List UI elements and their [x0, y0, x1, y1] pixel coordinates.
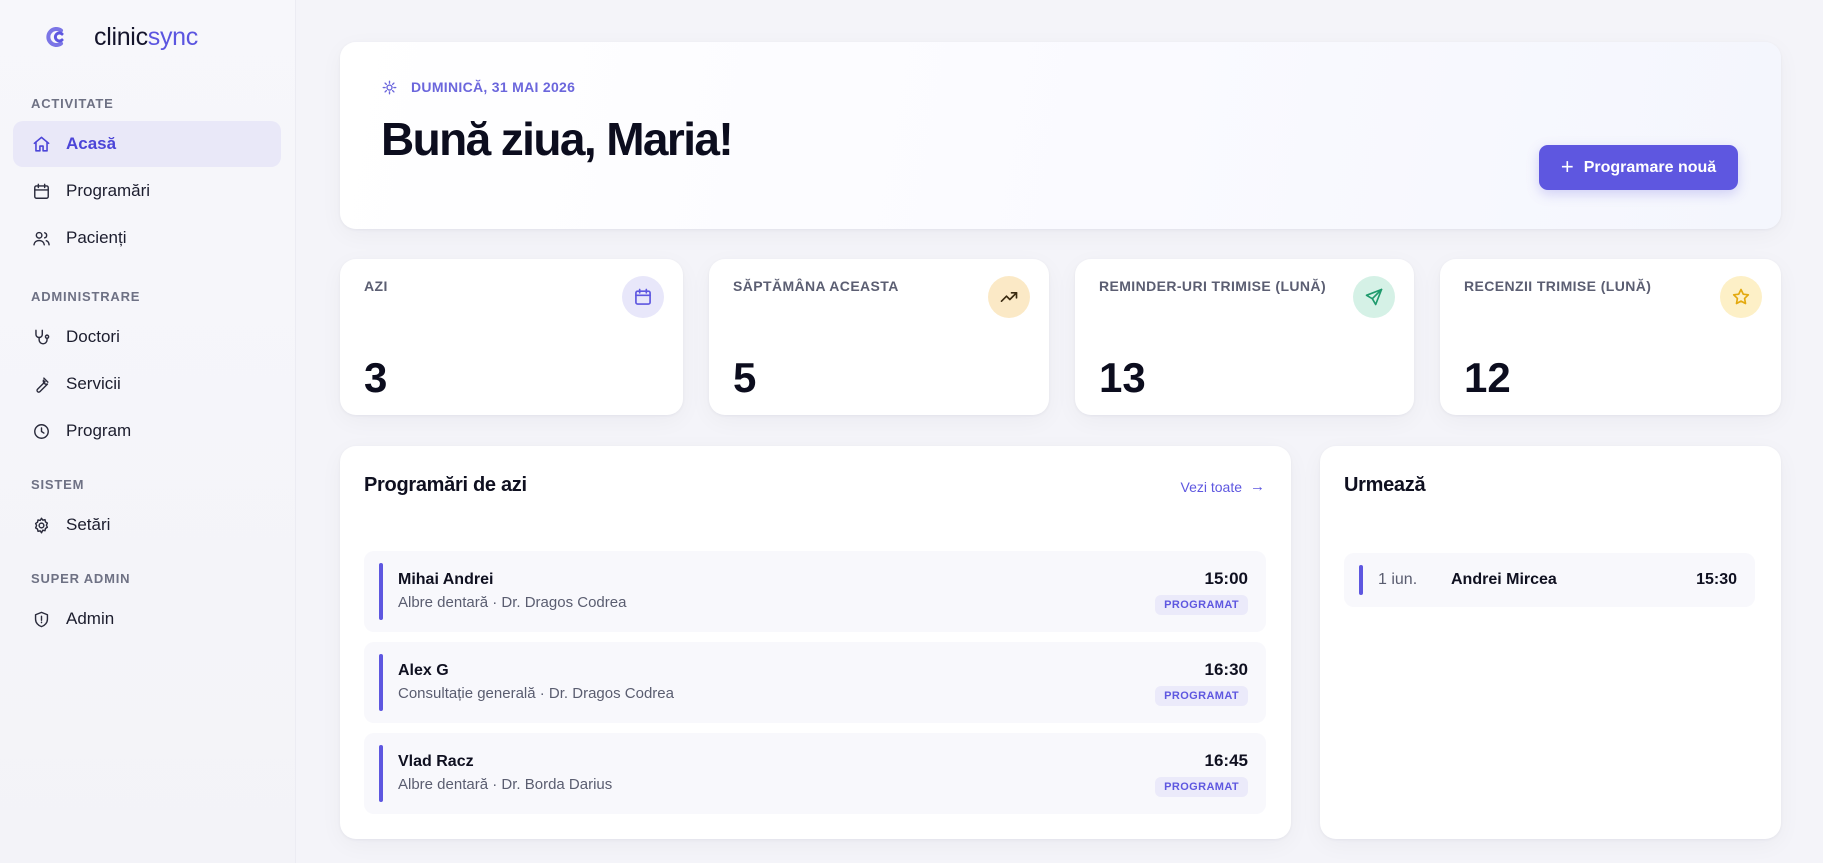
sidebar-item-programari[interactable]: Programări [13, 168, 281, 214]
upcoming-date: 1 iun. [1378, 571, 1418, 588]
sidebar-item-doctori[interactable]: Doctori [13, 314, 281, 360]
sidebar-item-label: Servicii [66, 374, 121, 393]
brand-logo[interactable]: clinicsync [42, 20, 198, 54]
appointment-time: 16:30 [1204, 660, 1248, 679]
send-icon [1353, 276, 1395, 318]
trending-up-icon [988, 276, 1030, 318]
stethoscope-icon [31, 327, 51, 347]
view-all-label: Vezi toate [1180, 478, 1243, 495]
appointment-time: 16:45 [1204, 751, 1248, 770]
today-appointments-panel: Programări de azi Vezi toate → Mihai And… [340, 446, 1291, 839]
status-badge: PROGRAMAT [1155, 595, 1248, 615]
sidebar-item-admin[interactable]: Admin [13, 596, 281, 642]
upcoming-item[interactable]: 1 iun. Andrei Mircea 15:30 [1344, 553, 1755, 607]
sidebar-item-label: Program [66, 421, 132, 440]
sidebar-item-label: Doctori [66, 327, 120, 346]
upcoming-panel: Urmează 1 iun. Andrei Mircea 15:30 [1320, 446, 1781, 839]
home-icon [31, 134, 51, 154]
appointment-accent-bar [379, 563, 383, 620]
gear-icon [31, 515, 51, 535]
stat-label: SĂPTĂMÂNA ACEASTA [733, 278, 899, 294]
plus-icon: + [1560, 153, 1574, 179]
stat-label: RECENZII TRIMISE (LUNĂ) [1464, 278, 1652, 294]
sidebar-item-setari[interactable]: Setări [13, 502, 281, 548]
sidebar-item-label: Setări [66, 515, 111, 534]
stat-label: AZI [364, 278, 388, 294]
sidebar-item-program[interactable]: Program [13, 408, 281, 454]
stat-label: REMINDER-URI TRIMISE (LUNĂ) [1099, 278, 1327, 294]
sidebar-item-pacienti[interactable]: Pacienți [13, 215, 281, 261]
users-icon [31, 228, 51, 248]
stat-card-reviews: RECENZII TRIMISE (LUNĂ) 12 [1440, 259, 1781, 415]
page-title: Bună ziua, Maria! [381, 113, 734, 165]
appointment-details: Albre dentară · Dr. Borda Darius [398, 776, 613, 793]
hero-banner: DUMINICĂ, 31 MAI 2026 Bună ziua, Maria! … [340, 42, 1781, 229]
appointment-row[interactable]: Mihai Andrei Albre dentară · Dr. Dragos … [364, 551, 1266, 632]
upcoming-time: 15:30 [1696, 571, 1737, 588]
sidebar-item-label: Pacienți [66, 228, 127, 247]
sidebar-item-servicii[interactable]: Servicii [13, 361, 281, 407]
appointment-accent-bar [379, 654, 383, 711]
star-icon [1720, 276, 1762, 318]
current-date: DUMINICĂ, 31 MAI 2026 [382, 79, 575, 95]
calendar-icon [31, 181, 51, 201]
nav-section-administrare: ADMINISTRARE [31, 289, 141, 304]
sidebar: clinicsync ACTIVITATE Acasă Programări P… [0, 0, 296, 863]
stat-value: 12 [1464, 354, 1511, 401]
patient-name: Vlad Racz [398, 753, 474, 770]
sidebar-item-label: Programări [66, 181, 151, 200]
shield-icon [31, 609, 51, 629]
upcoming-accent-bar [1359, 565, 1363, 595]
calendar-icon [622, 276, 664, 318]
appointment-accent-bar [379, 745, 383, 802]
nav-section-activitate: ACTIVITATE [31, 96, 114, 111]
wrench-icon [31, 374, 51, 394]
clock-icon [31, 421, 51, 441]
stat-value: 3 [364, 354, 388, 401]
panel-title: Programări de azi [364, 474, 527, 496]
sun-icon [382, 80, 397, 94]
patient-name: Mihai Andrei [398, 571, 494, 588]
clinicsync-logo-icon [42, 22, 72, 52]
stat-card-today: AZI 3 [340, 259, 683, 415]
sidebar-item-label: Acasă [66, 134, 117, 153]
nav-section-super-admin: SUPER ADMIN [31, 571, 131, 586]
new-appointment-button-label: Programare nouă [1583, 158, 1717, 176]
current-date-text: DUMINICĂ, 31 MAI 2026 [411, 79, 576, 95]
stat-value: 5 [733, 354, 757, 401]
brand-name: clinicsync [94, 22, 198, 51]
status-badge: PROGRAMAT [1155, 686, 1248, 706]
panel-title: Urmează [1344, 474, 1426, 496]
patient-name: Alex G [398, 662, 449, 679]
stat-card-reminders: REMINDER-URI TRIMISE (LUNĂ) 13 [1075, 259, 1414, 415]
patient-name: Andrei Mircea [1451, 571, 1557, 588]
sidebar-item-label: Admin [66, 609, 115, 628]
stat-value: 13 [1099, 354, 1146, 401]
appointment-time: 15:00 [1204, 569, 1248, 588]
sidebar-item-acasa[interactable]: Acasă [13, 121, 281, 167]
arrow-right-icon: → [1250, 478, 1265, 495]
nav-section-sistem: SISTEM [31, 477, 85, 492]
appointment-details: Consultație generală · Dr. Dragos Codrea [398, 685, 674, 702]
view-all-link[interactable]: Vezi toate → [1181, 478, 1266, 495]
new-appointment-button[interactable]: + Programare nouă [1539, 145, 1738, 190]
appointment-row[interactable]: Alex G Consultație generală · Dr. Dragos… [364, 642, 1266, 723]
appointment-row[interactable]: Vlad Racz Albre dentară · Dr. Borda Dari… [364, 733, 1266, 814]
stat-card-week: SĂPTĂMÂNA ACEASTA 5 [709, 259, 1049, 415]
appointment-details: Albre dentară · Dr. Dragos Codrea [398, 594, 627, 611]
status-badge: PROGRAMAT [1155, 777, 1248, 797]
